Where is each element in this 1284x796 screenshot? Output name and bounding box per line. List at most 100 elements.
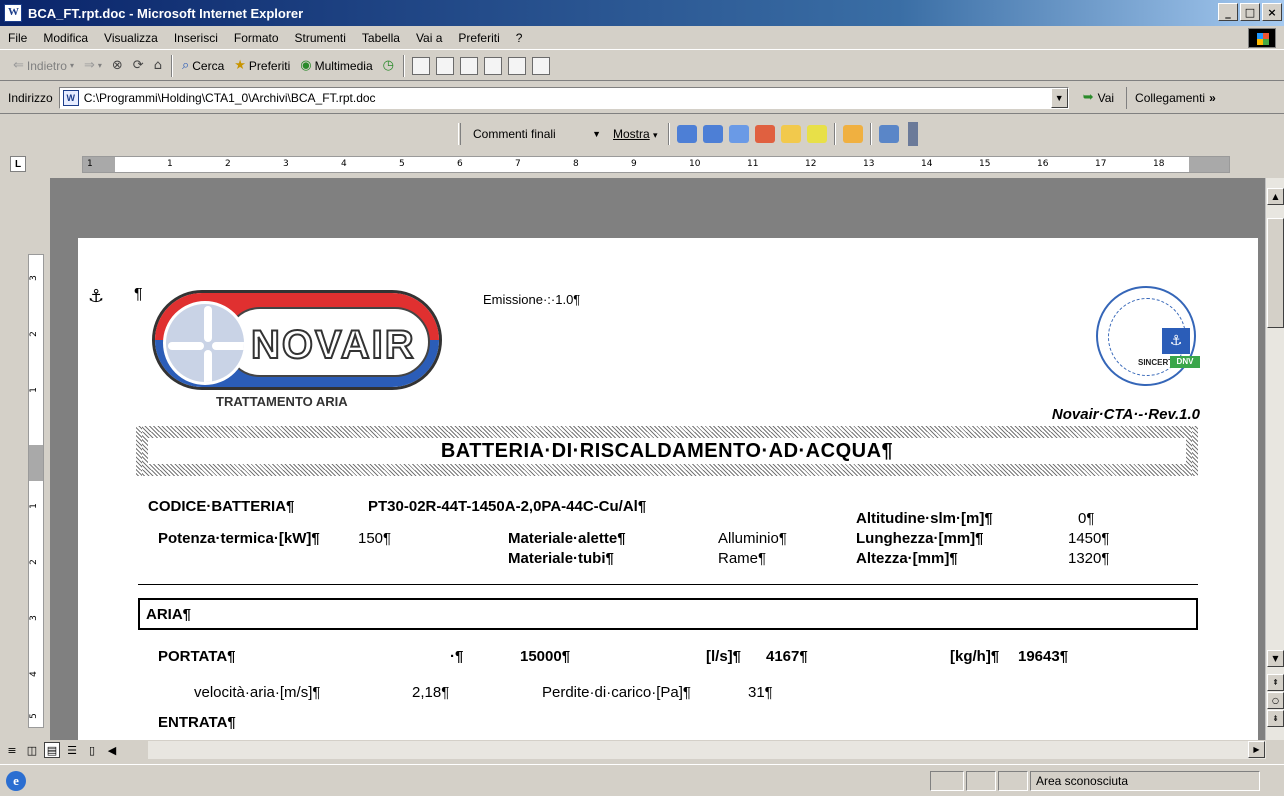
print-layout-icon[interactable]: ▤: [44, 742, 60, 758]
menu-modifica[interactable]: Modifica: [35, 31, 96, 45]
menu-tabella[interactable]: Tabella: [354, 31, 408, 45]
favorites-button[interactable]: ★ Preferiti: [229, 54, 295, 78]
select-browse-object-button[interactable]: ○: [1267, 692, 1284, 709]
ruler-number: 4: [341, 159, 347, 169]
previous-change-icon[interactable]: [676, 125, 697, 143]
revision-text: Novair·CTA·-·Rev.1.0: [1051, 406, 1200, 423]
next-change-icon[interactable]: [702, 125, 723, 143]
windows-logo-icon: [1248, 28, 1276, 48]
history-button[interactable]: ◷: [378, 54, 399, 78]
ruler-number: 3: [283, 159, 289, 169]
window-title: BCA_FT.rpt.doc - Microsoft Internet Expl…: [28, 5, 304, 21]
address-input[interactable]: W C:\Programmi\Holding\CTA1_0\Archivi\BC…: [58, 86, 1069, 109]
messenger-icon[interactable]: [531, 56, 550, 75]
ruler-number: 3: [28, 275, 39, 281]
accept-change-icon[interactable]: [728, 125, 749, 143]
mail-icon[interactable]: [435, 56, 454, 75]
security-zone-label: Area sconosciuta: [1036, 774, 1129, 788]
previous-page-button[interactable]: ⇞: [1267, 674, 1284, 691]
search-button[interactable]: ⌕ Cerca: [177, 54, 229, 78]
new-comment-icon[interactable]: [780, 125, 801, 143]
potenza-value: 150¶: [358, 530, 392, 547]
tab-selector[interactable]: L: [10, 156, 26, 172]
research-icon[interactable]: [411, 56, 430, 75]
scroll-right-button[interactable]: ▶: [1248, 741, 1265, 758]
menu-preferiti[interactable]: Preferiti: [450, 31, 507, 45]
go-button[interactable]: ➥ Vai: [1083, 90, 1114, 105]
mat-tubi-value: Rame¶: [718, 550, 767, 567]
menu-strumenti[interactable]: Strumenti: [287, 31, 354, 45]
edit-word-icon[interactable]: [483, 56, 502, 75]
menu-inserisci[interactable]: Inserisci: [166, 31, 226, 45]
document-area[interactable]: ⚓ ¶ NOVAIR TRATTAMENTO ARIA Emissione·:·…: [50, 178, 1265, 740]
reading-layout-icon[interactable]: ▯: [84, 742, 100, 758]
next-page-button[interactable]: ⇟: [1267, 710, 1284, 727]
toolbar-grip[interactable]: [458, 123, 461, 145]
vertical-scrollbar[interactable]: ▲ ▼ ⇞ ○ ⇟: [1265, 178, 1284, 740]
view-combo[interactable]: Commenti finali ▼: [467, 123, 607, 145]
refresh-button[interactable]: ⟳: [128, 54, 149, 78]
discuss-icon[interactable]: [507, 56, 526, 75]
address-dropdown-button[interactable]: ▼: [1050, 87, 1068, 108]
toolbar-separator: [170, 54, 173, 77]
menu-file[interactable]: File: [0, 31, 35, 45]
ruler-number: 16: [1037, 159, 1049, 169]
vertical-ruler[interactable]: 3 2 1 1 2 3 4 5: [28, 254, 44, 728]
print-icon[interactable]: [459, 56, 478, 75]
home-button[interactable]: ⌂: [149, 54, 167, 78]
reject-change-icon[interactable]: [754, 125, 775, 143]
favorites-label: Preferiti: [248, 58, 291, 73]
show-label: Mostra: [613, 127, 650, 141]
close-button[interactable]: ×: [1262, 3, 1282, 21]
codice-value: PT30-02R-44T-1450A-2,0PA-44C-Cu/Al¶: [368, 498, 647, 515]
web-layout-icon[interactable]: ◫: [24, 742, 40, 758]
sincert-label: SINCERT: [1138, 358, 1174, 367]
forward-button[interactable]: ⇒ ▾: [79, 54, 107, 78]
document-page[interactable]: ⚓ ¶ NOVAIR TRATTAMENTO ARIA Emissione·:·…: [78, 238, 1258, 740]
menu-visualizza[interactable]: Visualizza: [96, 31, 166, 45]
ruler-number: 5: [28, 713, 39, 719]
iso-certification-seal: ⚓ SINCERT DNV: [1088, 276, 1208, 396]
scroll-left-button[interactable]: ◀: [104, 742, 120, 758]
ruler-number: 1: [87, 159, 93, 169]
menu-vai-a[interactable]: Vai a: [408, 31, 450, 45]
ruler-number: 1: [167, 159, 173, 169]
scroll-thumb[interactable]: [1267, 218, 1284, 328]
track-changes-icon[interactable]: [842, 125, 863, 143]
normal-view-icon[interactable]: ≡: [4, 742, 20, 758]
reviewing-pane-icon[interactable]: [878, 125, 899, 143]
stop-button[interactable]: ⊗: [107, 54, 128, 78]
menu-formato[interactable]: Formato: [226, 31, 287, 45]
internet-explorer-icon: e: [6, 770, 26, 791]
aria-section-box: ARIA¶: [138, 598, 1198, 630]
chevron-down-icon: ▾: [97, 61, 102, 70]
menu-help[interactable]: ?: [508, 31, 531, 45]
ruler-number: 13: [863, 159, 875, 169]
scroll-up-button[interactable]: ▲: [1267, 188, 1284, 205]
portata-ls-label: [l/s]¶: [706, 648, 742, 665]
show-menu-button[interactable]: Mostra ▾: [607, 127, 664, 141]
fan-icon: [163, 301, 247, 385]
back-button[interactable]: ⇐ Indietro ▾: [8, 54, 79, 78]
favorites-icon: ★: [234, 58, 246, 73]
word-document-icon[interactable]: [4, 4, 22, 22]
scroll-down-button[interactable]: ▼: [1267, 650, 1284, 667]
dnv-label: DNV: [1170, 356, 1200, 368]
outline-view-icon[interactable]: ☰: [64, 742, 80, 758]
logo-pill: NOVAIR: [152, 290, 442, 390]
altezza-label: Altezza·[mm]¶: [856, 550, 958, 567]
altezza-value: 1320¶: [1068, 550, 1110, 567]
horizontal-ruler[interactable]: 1 1 2 3 4 5 6 7 8 9 10 11 12 13 14 15 16 17 18: [82, 156, 1230, 173]
minimize-button[interactable]: _: [1218, 3, 1238, 21]
portata-label: PORTATA¶: [158, 648, 236, 665]
lunghezza-value: 1450¶: [1068, 530, 1110, 547]
ruler-number: 17: [1095, 159, 1107, 169]
links-button[interactable]: Collegamenti »: [1126, 86, 1216, 109]
multimedia-button[interactable]: ◉ Multimedia: [295, 54, 377, 78]
ruler-number: 3: [28, 615, 39, 621]
toolbar-options-button[interactable]: [907, 122, 918, 146]
horizontal-scrollbar[interactable]: ▶: [148, 741, 1266, 759]
maximize-button[interactable]: □: [1240, 3, 1260, 21]
highlight-icon[interactable]: [806, 125, 827, 143]
ruler-number: 7: [515, 159, 521, 169]
